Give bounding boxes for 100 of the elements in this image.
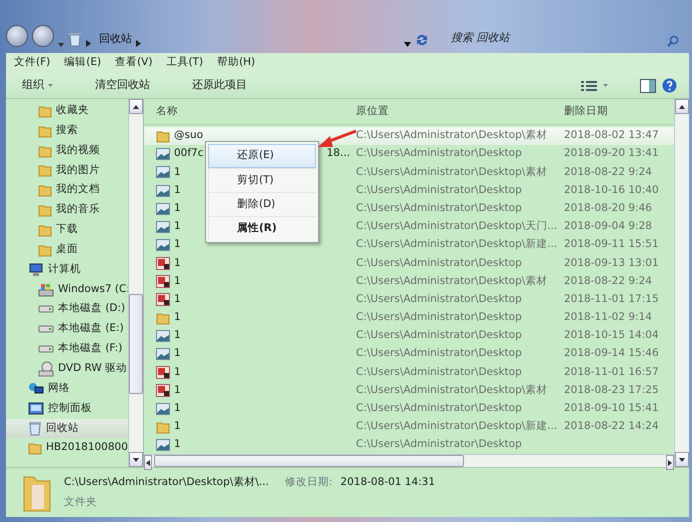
original-location: C:\Users\Administrator\Desktop (355, 146, 523, 162)
drive-icon (38, 282, 54, 297)
drive-icon (38, 344, 54, 354)
tree-item[interactable]: 我的文档 (6, 180, 128, 200)
slides-icon (156, 366, 170, 380)
drive-icon (38, 304, 54, 314)
column-header[interactable]: 名称 (144, 104, 352, 120)
original-location: C:\Users\Administrator\Desktop (355, 437, 523, 452)
file-name: @suo (174, 128, 204, 144)
triangle-arrow-icon (679, 104, 685, 110)
image-icon (156, 402, 170, 415)
scroll-down-button[interactable] (675, 452, 689, 467)
menu-item[interactable]: 文件(F) (14, 55, 50, 71)
column-header[interactable]: 原位置 (352, 104, 560, 120)
file-name: 1 (174, 346, 181, 362)
file-name: 1 (174, 364, 181, 380)
deleted-date: 2018-09-10 15:41 (563, 401, 660, 416)
folder-icon (38, 222, 52, 237)
menu-item[interactable]: 编辑(E) (64, 55, 102, 71)
help-icon (662, 78, 677, 93)
menu-item[interactable]: 查看(V) (115, 55, 152, 71)
organize-button[interactable]: 组织 (14, 75, 61, 96)
slides-icon (156, 275, 170, 288)
deleted-date: 2018-09-20 13:41 (563, 146, 660, 162)
image-icon (156, 184, 170, 197)
back-button[interactable] (6, 25, 28, 47)
item-path: C:\Users\Administrator\Desktop\素材\... (64, 474, 269, 490)
menu-item[interactable]: 属性(R) (208, 216, 316, 240)
image-icon (156, 221, 170, 234)
folder-icon (156, 310, 170, 325)
folder-icon (38, 183, 52, 198)
original-location: C:\Users\Administrator\Desktop (355, 292, 523, 307)
original-location: C:\Users\Administrator\Desktop (355, 182, 523, 198)
scrollbar-thumb[interactable] (129, 294, 143, 394)
menu-item[interactable]: 删除(D) (208, 192, 316, 216)
tree-item[interactable]: HB2018100800 (6, 438, 128, 458)
scroll-left-button[interactable] (144, 455, 152, 470)
scroll-up-button[interactable] (129, 99, 143, 114)
scroll-right-button[interactable] (666, 455, 674, 470)
folder-icon (38, 144, 52, 158)
file-name: 1 (174, 382, 181, 398)
tree-item[interactable]: 我的图片 (6, 160, 128, 180)
image-icon (156, 239, 170, 252)
dropdown-caret-icon (58, 43, 64, 47)
caret-icon (603, 84, 608, 87)
scroll-down-button[interactable] (129, 452, 143, 467)
tree-item[interactable]: 收藏夹 (6, 101, 128, 121)
original-location: C:\Users\Administrator\Desktop\素材 (355, 128, 548, 144)
tree-item[interactable]: 网络 (6, 378, 128, 399)
deleted-date: 2018-11-01 17:15 (563, 292, 660, 307)
view-options-icon (581, 80, 597, 92)
menu-item[interactable]: 帮助(H) (217, 55, 256, 71)
refresh-icon (415, 33, 429, 47)
tree-item[interactable]: 我的音乐 (6, 200, 128, 220)
chevron-icon (86, 40, 91, 47)
network-icon (28, 382, 44, 396)
tree-item[interactable]: 搜索 (6, 120, 128, 141)
forward-button[interactable] (32, 25, 54, 47)
deleted-date: 2018-08-22 14:24 (563, 419, 660, 434)
selected-row[interactable]: @suo C:\Users\Administrator\Desktop\素材 2018-08-02 13:47 (144, 127, 674, 146)
column-header[interactable]: 删除日期 (560, 104, 674, 120)
deleted-date: 2018-11-02 9:14 (563, 310, 653, 326)
deleted-date: 2018-09-04 9:28 (563, 219, 653, 234)
recycle-bin-icon (68, 32, 82, 47)
tree-item[interactable]: 回收站 (6, 418, 128, 438)
folder-icon (28, 441, 42, 456)
menu-item[interactable]: 工具(T) (166, 55, 204, 71)
dvd-drive-icon (38, 360, 54, 377)
breadcrumb-item[interactable]: 回收站 (99, 30, 132, 47)
tree-item[interactable]: DVD RW 驱动 (6, 358, 128, 379)
tree-item[interactable]: 计算机 (6, 260, 128, 280)
original-location: C:\Users\Administrator\Desktop (355, 364, 523, 380)
folder-icon (38, 242, 52, 257)
original-location: C:\Users\Administrator\Desktop (355, 401, 523, 416)
toolbar-button[interactable]: 清空回收站 (87, 75, 158, 96)
tree-item[interactable]: 我的视频 (6, 140, 128, 161)
search-field[interactable]: 搜索 回收站 (449, 27, 559, 47)
file-name: 18... (326, 146, 351, 162)
deleted-date: 2018-11-01 16:57 (563, 364, 660, 380)
menu-item[interactable]: 剪切(T) (208, 168, 316, 192)
toolbar-button[interactable]: 还原此项目 (184, 75, 255, 96)
image-icon (156, 439, 170, 452)
control-panel-icon (28, 402, 44, 416)
drive-icon (38, 324, 54, 334)
file-name: 1 (174, 237, 181, 252)
file-name: 1 (174, 256, 181, 271)
scrollbar-thumb[interactable] (154, 455, 464, 467)
file-name: 00f7c (174, 146, 204, 162)
tree-item[interactable]: 本地磁盘 (D:) (6, 299, 128, 320)
menu-item[interactable]: 还原(E) (208, 144, 316, 168)
tree-item[interactable]: 本地磁盘 (F:) (6, 339, 128, 359)
caret-icon (48, 84, 53, 87)
deleted-date: 2018-10-16 10:40 (563, 182, 660, 198)
tree-item[interactable]: 控制面板 (6, 398, 128, 418)
tree-item[interactable]: 桌面 (6, 240, 128, 260)
tree-item[interactable]: 下载 (6, 220, 128, 240)
scroll-up-button[interactable] (675, 99, 689, 114)
original-location: C:\Users\Administrator\Desktop\新建... (355, 237, 558, 252)
tree-item[interactable]: 本地磁盘 (E:) (6, 319, 128, 340)
original-location: C:\Users\Administrator\Desktop\素材 (355, 274, 548, 289)
